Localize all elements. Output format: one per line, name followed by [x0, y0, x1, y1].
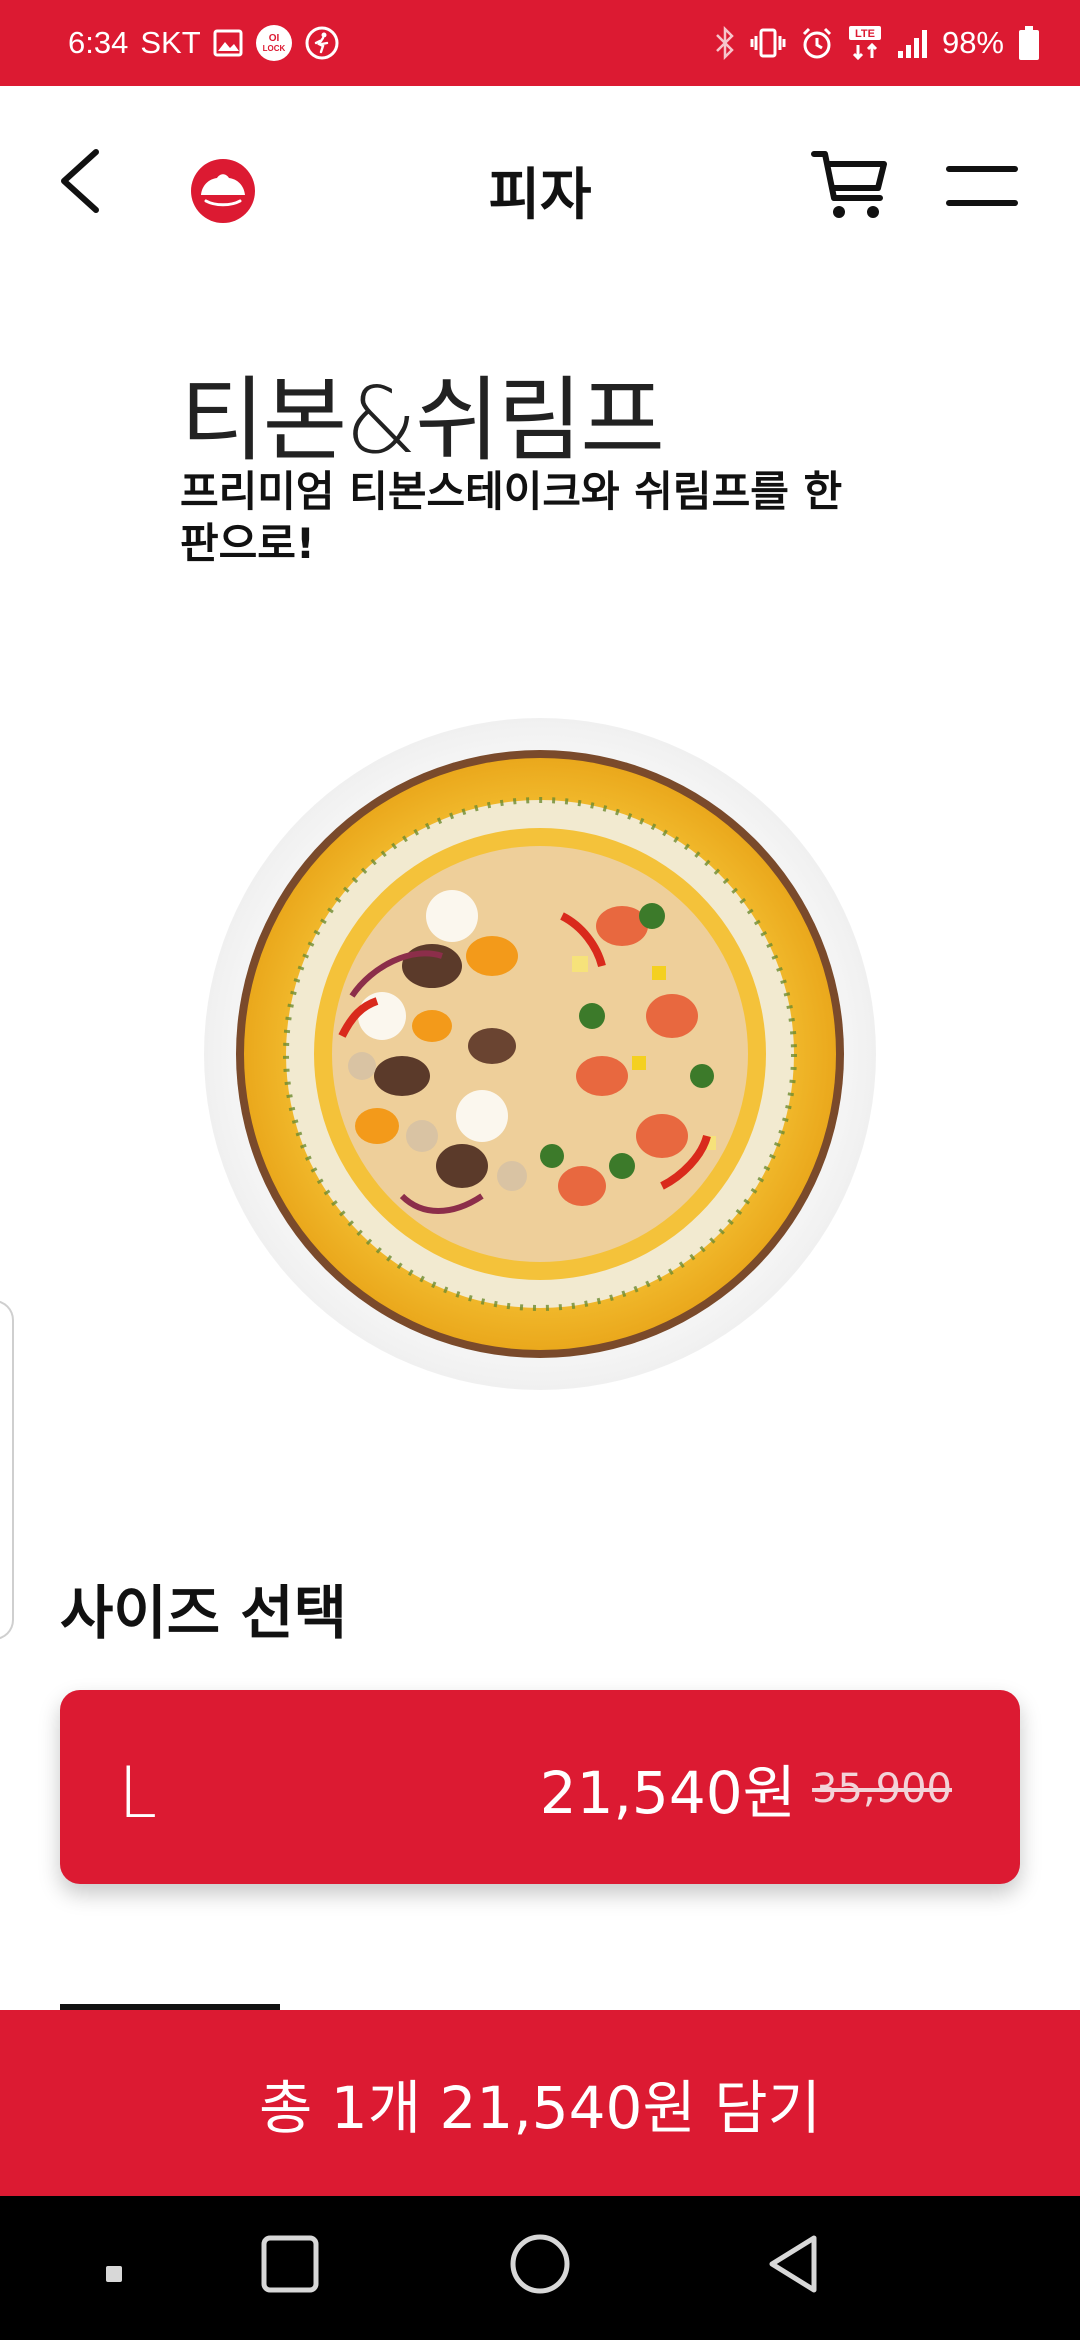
nav-recents-dot[interactable]	[92, 2252, 136, 2300]
status-time: 6:34	[68, 25, 129, 60]
lte-icon-text: LTE	[855, 28, 875, 40]
nav-home-button[interactable]	[508, 2232, 572, 2300]
size-option-l[interactable]: L 21,540원 35,900	[60, 1690, 1020, 1884]
cart-icon	[811, 151, 887, 218]
size-section-title: 사이즈 선택	[60, 1579, 347, 1647]
vibrate-icon	[750, 26, 786, 60]
hamburger-menu-icon	[946, 166, 1018, 206]
size-original-price: 35,900	[812, 1766, 952, 1812]
system-nav-bar	[0, 2196, 1080, 2340]
add-to-cart-button[interactable]: 총 1개 21,540원 담기	[0, 2010, 1080, 2196]
battery-icon	[1018, 25, 1040, 61]
signal-icon	[896, 27, 928, 59]
gallery-icon	[213, 28, 243, 58]
nav-back-button[interactable]	[762, 2232, 826, 2300]
cart-button[interactable]	[810, 144, 890, 224]
running-icon	[305, 26, 339, 60]
menu-button[interactable]	[946, 162, 1018, 210]
svg-text:OI: OI	[268, 33, 279, 44]
battery-percent: 98%	[941, 25, 1004, 60]
size-price: 21,540원	[539, 1759, 796, 1827]
square-icon	[261, 2235, 319, 2293]
app-header: 피자	[0, 86, 1080, 286]
product-description: 프리미엄 티본스테이크와 쉬림프를 한판으로!	[180, 467, 843, 568]
circle-icon	[510, 2234, 570, 2294]
next-section-heading-peek	[60, 1996, 300, 2010]
status-right: LTE 98%	[714, 22, 1040, 64]
bluetooth-icon	[714, 26, 736, 60]
pizza-illustration	[204, 718, 876, 1390]
page-title: 피자	[488, 163, 592, 228]
product-name: 티본&쉬림프	[180, 367, 665, 474]
nav-overview-button[interactable]	[258, 2232, 322, 2300]
edge-panel-handle[interactable]	[0, 1300, 14, 1640]
status-left: 6:34 SKT OI LOCK	[68, 22, 339, 64]
status-bar: 6:34 SKT OI LOCK LTE 98%	[0, 0, 1080, 86]
alarm-icon	[800, 26, 834, 60]
lock-app-icon: OI LOCK	[255, 24, 293, 62]
lte-icon: LTE	[848, 25, 882, 61]
pizza-image	[202, 716, 878, 1392]
svg-text:LOCK: LOCK	[262, 44, 285, 53]
triangle-back-icon	[769, 2235, 817, 2293]
size-label: L	[118, 1752, 157, 1834]
small-square-icon	[106, 2266, 122, 2282]
status-carrier: SKT	[140, 25, 201, 60]
